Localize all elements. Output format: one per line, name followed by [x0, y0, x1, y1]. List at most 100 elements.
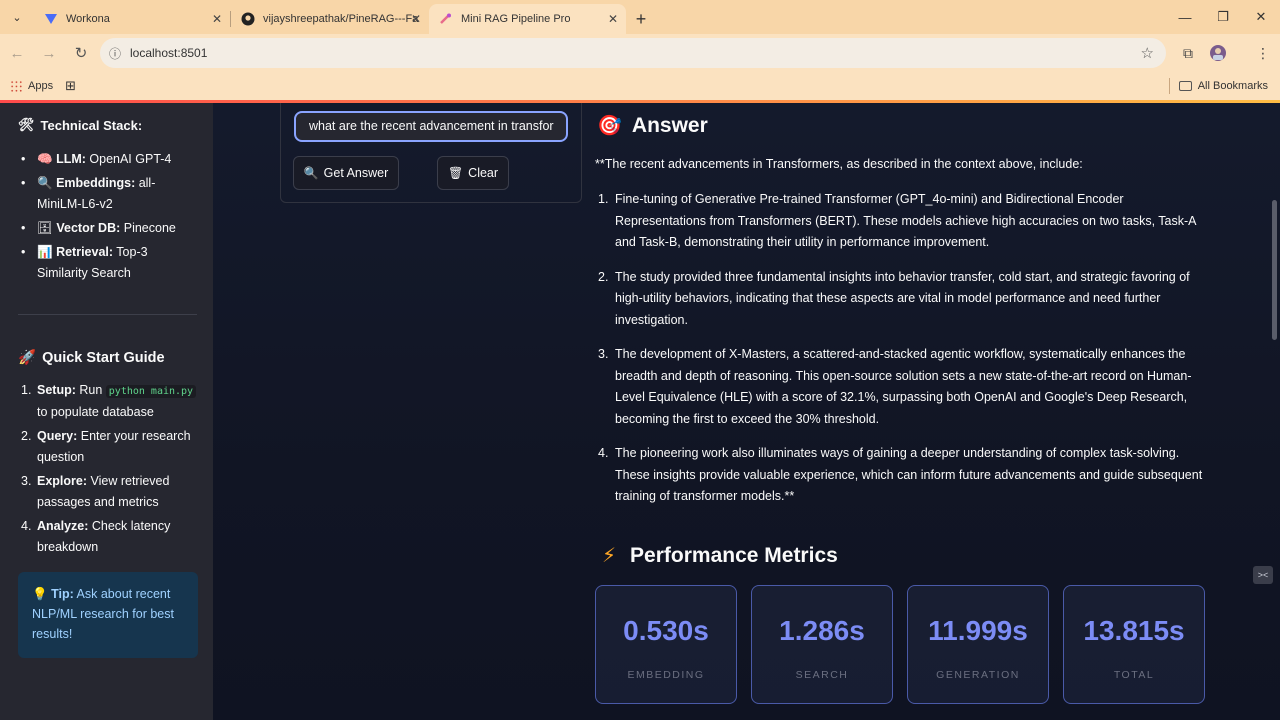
stack-item-key: Embeddings: — [56, 176, 136, 190]
lightbulb-icon: 💡 — [32, 587, 48, 601]
tab-groups-icon[interactable]: ⊞ — [65, 78, 76, 94]
metric-label: GENERATION — [936, 669, 1020, 681]
technical-stack-title: Technical Stack: — [40, 117, 143, 133]
technical-stack-heading: 🛠 Technical Stack: — [18, 117, 197, 133]
workona-icon — [44, 12, 58, 26]
quick-start-heading: 🚀 Quick Start Guide — [18, 349, 197, 367]
close-tab-icon[interactable]: ✕ — [212, 12, 222, 26]
metric-value: 1.286s — [779, 615, 865, 646]
browser-tab-strip: ⌄ Workona ✕ vijayshreepathak/PineRAG---F… — [0, 0, 1280, 34]
omnibox[interactable]: ⓘ localhost:8501 ☆ — [100, 38, 1166, 68]
site-info-icon[interactable]: ⓘ — [100, 45, 130, 62]
brain-icon: 🧠 — [37, 152, 53, 166]
metric-value: 13.815s — [1083, 615, 1185, 646]
guide-step-analyze: Analyze: Check latency breakdown — [18, 516, 197, 558]
apps-shortcut[interactable]: Apps — [10, 79, 53, 93]
target-icon: 🎯 — [597, 115, 622, 137]
reload-icon[interactable]: ↻ — [66, 38, 96, 68]
answer-item: The study provided three fundamental ins… — [598, 267, 1190, 327]
close-window-icon[interactable]: ✕ — [1242, 0, 1280, 34]
metrics-row: 0.530s EMBEDDING 1.286s SEARCH 11.999s G… — [595, 585, 1219, 704]
query-input[interactable]: what are the recent advancement in trans… — [294, 111, 568, 142]
streamlit-icon — [439, 12, 453, 26]
tab-github[interactable]: vijayshreepathak/PineRAG---Fa ✕ — [231, 4, 429, 34]
performance-heading: ⚡ Performance Metrics — [602, 543, 838, 568]
search-icon: 🔍 — [303, 166, 319, 180]
answer-item: The development of X-Masters, a scattere… — [598, 344, 1192, 426]
answer-heading: 🎯 Answer — [597, 113, 708, 138]
stack-item-key: Retrieval: — [56, 245, 114, 259]
code-toggle-icon[interactable]: >< — [1253, 566, 1273, 584]
tab-title: Workona — [66, 13, 110, 25]
stack-item-vector-db: 🗄 Vector DB: Pinecone — [18, 218, 197, 239]
get-answer-button[interactable]: 🔍 Get Answer — [293, 156, 399, 190]
stack-item-embeddings: 🔍 Embeddings: all-MiniLM-L6-v2 — [18, 173, 197, 215]
extensions-icon[interactable]: ⧉ — [1173, 34, 1203, 72]
stack-item-llm: 🧠 LLM: OpenAI GPT-4 — [18, 149, 197, 170]
quick-start-title: Quick Start Guide — [42, 349, 165, 366]
guide-step-query: Query: Enter your research question — [18, 426, 197, 468]
tools-icon: 🛠 — [18, 117, 35, 132]
tab-search-chevron-icon[interactable]: ⌄ — [0, 0, 34, 34]
tab-title: Mini RAG Pipeline Pro — [461, 13, 571, 25]
profile-avatar-icon[interactable] — [1203, 34, 1233, 72]
tab-title: vijayshreepathak/PineRAG---Fa — [263, 13, 419, 25]
close-tab-icon[interactable]: ✕ — [411, 12, 421, 26]
close-tab-icon[interactable]: ✕ — [608, 12, 618, 26]
stack-item-value: Pinecone — [120, 221, 176, 235]
lightning-icon: ⚡ — [602, 545, 617, 567]
magnifier-icon: 🔍 — [37, 176, 53, 190]
all-bookmarks[interactable]: All Bookmarks — [1178, 80, 1268, 92]
clear-label: Clear — [468, 166, 499, 180]
maximize-icon[interactable]: ❐ — [1204, 0, 1242, 34]
metric-value: 11.999s — [928, 615, 1028, 646]
apps-grid-icon — [10, 79, 23, 93]
technical-stack-list: 🧠 LLM: OpenAI GPT-4 🔍 Embeddings: all-Mi… — [18, 149, 197, 284]
bookmark-star-icon[interactable]: ☆ — [1141, 44, 1154, 62]
stack-item-retrieval: 📊 Retrieval: Top-3 Similarity Search — [18, 242, 197, 284]
guide-step-explore: Explore: View retrieved passages and met… — [18, 471, 197, 513]
all-bookmarks-label: All Bookmarks — [1197, 80, 1268, 92]
sidebar: 🛠 Technical Stack: 🧠 LLM: OpenAI GPT-4 🔍… — [0, 103, 213, 720]
get-answer-label: Get Answer — [323, 166, 389, 180]
main-content: what are the recent advancement in trans… — [213, 103, 1280, 720]
tab-mini-rag[interactable]: Mini RAG Pipeline Pro ✕ — [429, 4, 626, 34]
step-text-tail: to populate database — [37, 405, 154, 419]
database-icon: 🗄 — [37, 221, 53, 235]
back-arrow-icon[interactable]: ← — [2, 38, 32, 68]
metric-card-search: 1.286s SEARCH — [751, 585, 893, 704]
metric-label: SEARCH — [795, 669, 849, 681]
stack-item-key: Vector DB: — [56, 221, 121, 235]
folder-icon — [1178, 81, 1192, 91]
answer-title: Answer — [631, 113, 708, 137]
tip-callout: 💡 Tip: Ask about recent NLP/ML research … — [18, 572, 198, 658]
step-text: Run — [75, 383, 106, 397]
tab-workona[interactable]: Workona ✕ — [34, 4, 230, 34]
forward-arrow-icon[interactable]: → — [34, 38, 64, 68]
main-scrollbar-thumb[interactable] — [1272, 200, 1277, 340]
rocket-icon: 🚀 — [18, 350, 37, 366]
metric-card-total: 13.815s TOTAL — [1063, 585, 1205, 704]
clear-button[interactable]: 🗑 Clear — [437, 156, 509, 190]
address-toolbar: ← → ↻ ⓘ localhost:8501 ☆ ⧉ ⋮ — [0, 34, 1280, 72]
performance-title: Performance Metrics — [630, 543, 838, 567]
sidebar-divider — [18, 314, 197, 315]
metric-value: 0.530s — [623, 615, 709, 646]
answer-item: The pioneering work also illuminates way… — [598, 443, 1203, 503]
metric-card-embedding: 0.530s EMBEDDING — [595, 585, 737, 704]
browser-menu-icon[interactable]: ⋮ — [1248, 34, 1278, 72]
bar-chart-icon: 📊 — [37, 245, 53, 259]
step-key: Analyze: — [37, 519, 89, 533]
answer-item: Fine-tuning of Generative Pre-trained Tr… — [598, 189, 1196, 249]
step-key: Explore: — [37, 474, 88, 488]
stack-item-key: LLM: — [56, 152, 86, 166]
tip-key: Tip: — [51, 587, 74, 601]
metric-label: TOTAL — [1113, 669, 1155, 681]
step-key: Query: — [37, 429, 78, 443]
minimize-icon[interactable]: — — [1166, 0, 1204, 34]
new-tab-plus-icon[interactable]: + — [626, 4, 656, 34]
metric-card-generation: 11.999s GENERATION — [907, 585, 1049, 704]
trash-icon: 🗑 — [447, 166, 464, 180]
metric-label: EMBEDDING — [627, 669, 705, 681]
bookmarks-bar: Apps ⊞ All Bookmarks — [0, 72, 1280, 100]
